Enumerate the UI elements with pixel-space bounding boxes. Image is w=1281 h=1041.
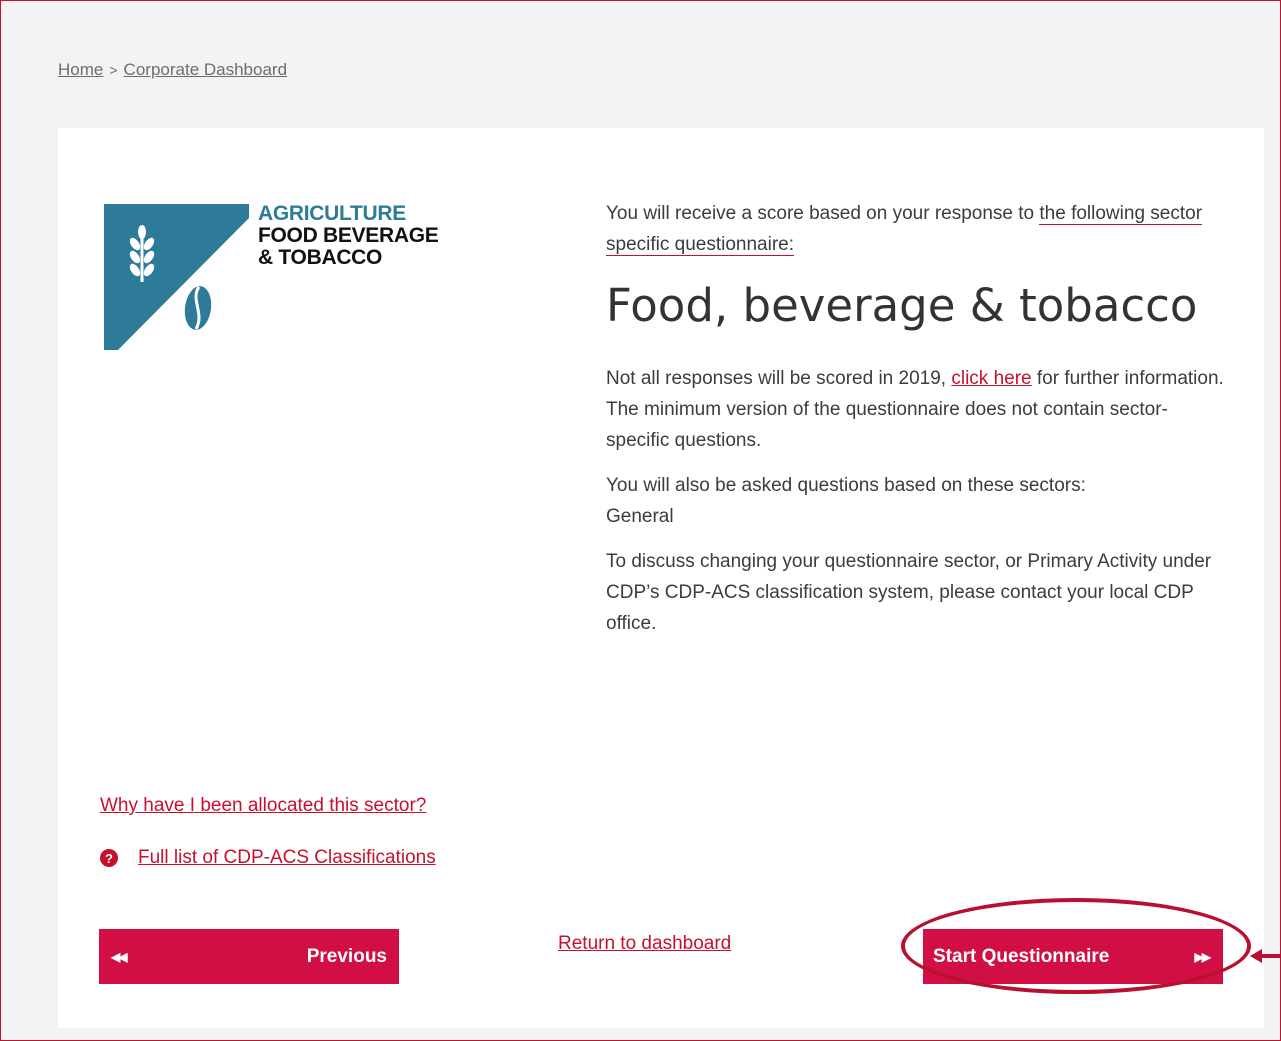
discuss-text: To discuss changing your questionnaire s… bbox=[606, 551, 1212, 634]
breadcrumb-home-link[interactable]: Home bbox=[58, 60, 103, 79]
why-allocated-link[interactable]: Why have I been allocated this sector? bbox=[100, 795, 426, 817]
help-icon: ? bbox=[100, 849, 118, 867]
annotation-ellipse bbox=[901, 898, 1251, 994]
sector-info: You will receive a score based on your r… bbox=[606, 198, 1231, 639]
sector-logo bbox=[104, 204, 249, 350]
sector-logo-text: AGRICULTURE FOOD BEVERAGE & TOBACCO bbox=[258, 202, 439, 269]
logo-line-2: FOOD BEVERAGE bbox=[258, 224, 439, 247]
return-dashboard-link[interactable]: Return to dashboard bbox=[558, 933, 731, 955]
full-list-link[interactable]: Full list of CDP-ACS Classifications bbox=[138, 847, 436, 869]
annotation-arrow-icon bbox=[1250, 949, 1262, 963]
breadcrumb: Home > Corporate Dashboard bbox=[58, 60, 287, 80]
sector-title: Food, beverage & tobacco bbox=[606, 279, 1198, 332]
previous-label: Previous bbox=[306, 945, 387, 967]
intro-text: You will receive a score based on your r… bbox=[606, 203, 1203, 256]
click-here-link[interactable]: click here bbox=[951, 368, 1031, 389]
breadcrumb-separator: > bbox=[109, 62, 118, 78]
scoring-note: Not all responses will be scored in 2019… bbox=[606, 368, 1224, 451]
previous-button[interactable]: ◀◀ Previous bbox=[99, 929, 399, 984]
sector-general: General bbox=[606, 506, 674, 527]
logo-line-3: & TOBACCO bbox=[258, 246, 383, 269]
rewind-icon: ◀◀ bbox=[111, 949, 128, 964]
full-list-row: ? Full list of CDP-ACS Classifications bbox=[100, 847, 436, 869]
logo-line-1: AGRICULTURE bbox=[258, 202, 406, 225]
also-asked-text: You will also be asked questions based o… bbox=[606, 475, 1086, 527]
breadcrumb-current-link[interactable]: Corporate Dashboard bbox=[124, 60, 287, 79]
